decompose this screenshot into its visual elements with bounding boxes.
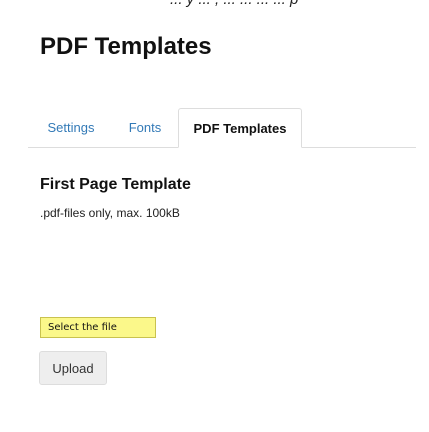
tab-fonts[interactable]: Fonts (114, 108, 176, 147)
cropped-header-text: ... y ... , ... ... ... ... p (170, 0, 298, 8)
tab-settings[interactable]: Settings (28, 108, 114, 147)
tab-bar: Settings Fonts PDF Templates (28, 108, 416, 148)
tab-pdf-templates[interactable]: PDF Templates (178, 108, 302, 148)
section-title: First Page Template (40, 176, 191, 193)
page-title: PDF Templates (40, 33, 212, 60)
select-file-button[interactable]: Select the file (40, 317, 156, 338)
file-requirements-note: .pdf-files only, max. 100kB (40, 206, 180, 220)
upload-button[interactable]: Upload (39, 351, 107, 385)
